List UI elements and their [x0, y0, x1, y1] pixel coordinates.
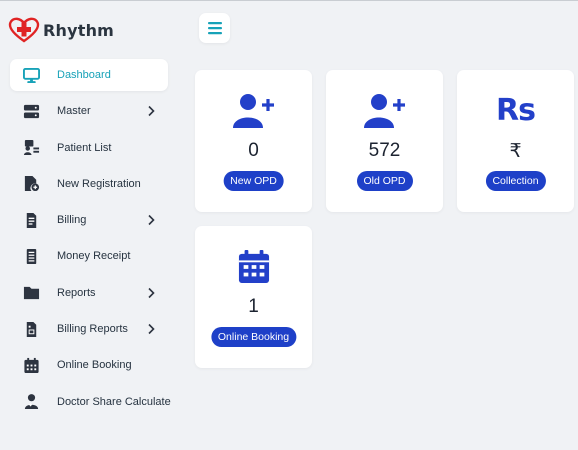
sidebar-nav: Dashboard Master Patient List New Regist…	[10, 59, 171, 422]
app-name: Rhythm	[43, 20, 115, 40]
card-value: 0	[248, 140, 259, 161]
sidebar-item-label: Billing	[57, 214, 87, 227]
sidebar-item-label: Billing Reports	[57, 323, 128, 336]
calendar-icon	[195, 248, 312, 286]
sidebar: Rhythm Dashboard Master Patient List New…	[0, 0, 180, 450]
folder-icon	[22, 284, 40, 302]
online-booking-badge[interactable]: Online Booking	[210, 327, 297, 347]
card-value: 572	[368, 140, 401, 161]
server-icon	[22, 102, 40, 120]
card-old-opd: 572 Old OPD	[326, 70, 443, 212]
chevron-right-icon	[148, 287, 155, 298]
sidebar-item-billing-reports[interactable]: Billing Reports	[10, 313, 168, 345]
card-collection: Rs ₹ Collection	[457, 70, 574, 212]
file-add-icon	[22, 175, 40, 193]
chevron-right-icon	[148, 215, 155, 226]
sidebar-item-master[interactable]: Master	[10, 95, 168, 127]
user-plus-icon	[195, 92, 312, 130]
sidebar-item-label: Doctor Share Calculate	[57, 395, 171, 408]
sidebar-item-label: Online Booking	[57, 359, 132, 372]
sidebar-toggle-button[interactable]	[199, 13, 230, 43]
sidebar-item-label: Money Receipt	[57, 250, 131, 263]
card-new-opd: 0 New OPD	[195, 70, 312, 212]
report-file-icon	[22, 320, 40, 338]
app-logo[interactable]: Rhythm	[7, 16, 114, 44]
heart-cross-logo-icon	[8, 17, 40, 43]
user-plus-icon	[326, 92, 443, 130]
sidebar-item-patient-list[interactable]: Patient List	[10, 132, 168, 164]
calendar-icon	[22, 356, 40, 374]
id-card-icon	[22, 139, 40, 157]
card-online-booking: 1 Online Booking	[195, 226, 312, 368]
hamburger-icon	[207, 22, 222, 35]
receipt-icon	[22, 247, 40, 265]
sidebar-item-dashboard[interactable]: Dashboard	[10, 59, 168, 91]
card-value: 1	[248, 296, 259, 317]
sidebar-item-doctor-share-calculate[interactable]: Doctor Share Calculate	[10, 386, 171, 418]
new-opd-badge[interactable]: New OPD	[223, 171, 284, 191]
sidebar-item-money-receipt[interactable]: Money Receipt	[10, 240, 168, 272]
chevron-right-icon	[148, 324, 155, 335]
collection-badge[interactable]: Collection	[485, 171, 546, 191]
sidebar-item-label: Dashboard	[57, 69, 111, 81]
sidebar-item-label: New Registration	[57, 177, 141, 190]
sidebar-item-label: Master	[57, 105, 91, 118]
chevron-right-icon	[148, 106, 155, 117]
sidebar-item-online-booking[interactable]: Online Booking	[10, 349, 168, 381]
bill-icon	[22, 211, 40, 229]
card-value: ₹	[509, 141, 522, 162]
sidebar-item-label: Patient List	[57, 141, 112, 154]
sidebar-item-reports[interactable]: Reports	[10, 277, 168, 309]
sidebar-item-billing[interactable]: Billing	[10, 204, 168, 236]
doctor-icon	[22, 393, 40, 411]
sidebar-item-new-registration[interactable]: New Registration	[10, 168, 168, 200]
monitor-icon	[22, 66, 40, 84]
rupee-rs-icon: Rs	[496, 93, 536, 128]
old-opd-badge[interactable]: Old OPD	[356, 171, 413, 191]
sidebar-item-label: Reports	[57, 286, 96, 299]
